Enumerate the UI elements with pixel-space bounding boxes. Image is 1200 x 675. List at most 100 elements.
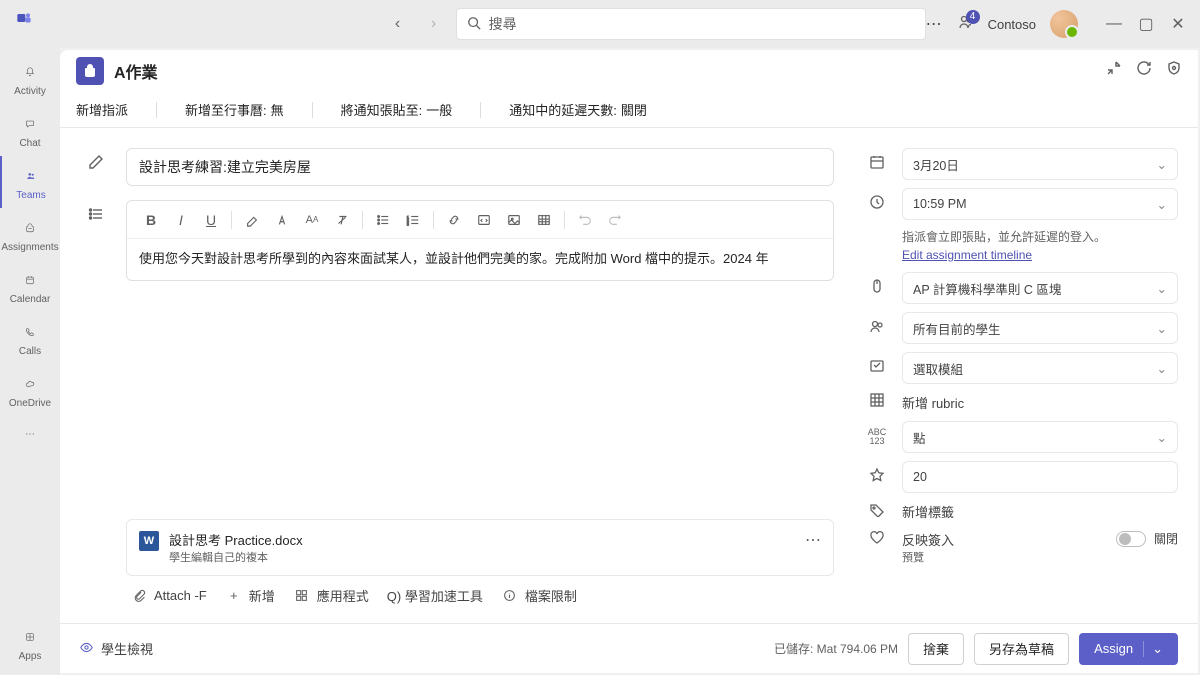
rail-calendar[interactable]: Calendar bbox=[0, 260, 60, 312]
apps-button[interactable]: 應用程式 bbox=[293, 586, 369, 605]
bold-button[interactable]: B bbox=[137, 206, 165, 234]
assign-split-chevron-icon[interactable]: ⌄ bbox=[1143, 641, 1163, 657]
search-placeholder: 搜尋 bbox=[489, 14, 517, 34]
content-area: A作業 新增指派 新增至行事曆:無 將通知張貼至:一般 通知中的延遲天數:關閉 … bbox=[60, 50, 1198, 673]
more-button[interactable]: ⋯ bbox=[926, 14, 944, 34]
module-icon bbox=[866, 358, 888, 379]
collapse-icon[interactable] bbox=[1106, 60, 1122, 81]
search-icon bbox=[467, 16, 481, 33]
image-button[interactable] bbox=[500, 206, 528, 234]
rail-onedrive[interactable]: OneDrive bbox=[0, 364, 60, 416]
star-icon bbox=[866, 467, 888, 488]
class-row[interactable]: AP 計算機科學準則 C 區塊⌄ bbox=[866, 272, 1178, 304]
highlight-button[interactable] bbox=[238, 206, 266, 234]
rail-apps[interactable]: Apps bbox=[0, 623, 60, 675]
org-icon[interactable]: 4 bbox=[958, 14, 974, 35]
teams-logo-icon bbox=[16, 10, 36, 38]
rail-teams[interactable]: Teams bbox=[0, 156, 60, 208]
assignment-title-input[interactable]: 設計思考練習:建立完美房屋 bbox=[126, 148, 834, 186]
assignments-app-icon bbox=[76, 57, 104, 85]
attach-button[interactable]: Attach -F bbox=[130, 587, 207, 605]
underline-button[interactable]: U bbox=[197, 206, 225, 234]
discard-button[interactable]: 捨棄 bbox=[908, 633, 964, 665]
shield-icon[interactable] bbox=[1166, 60, 1182, 81]
org-name: Contoso bbox=[988, 17, 1036, 32]
reflect-state: 關閉 bbox=[1154, 530, 1178, 547]
module-row[interactable]: 選取模組⌄ bbox=[866, 352, 1178, 384]
points-label-row[interactable]: ABC123 點⌄ bbox=[866, 421, 1178, 453]
bullet-list-button[interactable] bbox=[369, 206, 397, 234]
attach-bar: Attach -F + 新增 應用程式 Q) 學習加速工具 bbox=[126, 576, 834, 623]
word-icon: W bbox=[139, 531, 159, 551]
font-color-button[interactable] bbox=[268, 206, 296, 234]
calendar-icon bbox=[18, 268, 42, 292]
due-time-row[interactable]: 10:59 PM⌄ bbox=[866, 188, 1178, 220]
app-title: A作業 bbox=[114, 59, 158, 83]
rail-chat[interactable]: Chat bbox=[0, 104, 60, 156]
italic-button[interactable]: I bbox=[167, 206, 195, 234]
code-button[interactable] bbox=[470, 206, 498, 234]
reflect-toggle[interactable] bbox=[1116, 531, 1146, 547]
link-button[interactable] bbox=[440, 206, 468, 234]
edit-timeline-link[interactable]: Edit assignment timeline bbox=[902, 248, 1032, 262]
learning-tools-button[interactable]: Q) 學習加速工具 bbox=[387, 586, 483, 605]
rail-more[interactable]: ⋯ bbox=[0, 418, 60, 450]
rail-calls[interactable]: Calls bbox=[0, 312, 60, 364]
rubric-row[interactable]: 新增 rubric bbox=[866, 392, 1178, 413]
chevron-down-icon: ⌄ bbox=[1157, 321, 1167, 336]
chevron-down-icon: ⌄ bbox=[1157, 361, 1167, 376]
attachment-card[interactable]: W 設計思考 Practice.docx 學生編輯自己的複本 ⋯ bbox=[126, 519, 834, 576]
pencil-icon bbox=[84, 148, 108, 175]
mouse-icon bbox=[866, 278, 888, 299]
window-minimize-button[interactable]: — bbox=[1100, 10, 1128, 38]
clear-format-button[interactable] bbox=[328, 206, 356, 234]
tag-row[interactable]: 新增標籤 bbox=[866, 501, 1178, 522]
assignment-summary-bar: 新增指派 新增至行事曆:無 將通知張貼至:一般 通知中的延遲天數:關閉 bbox=[60, 92, 1198, 128]
tab-post-channel[interactable]: 將通知張貼至:一般 bbox=[337, 100, 457, 119]
student-view-link[interactable]: 學生檢視 bbox=[101, 639, 153, 658]
instructions-text[interactable]: 使用您今天對設計思考所學到的內容來面試某人，並設計他們完美的家。完成附加 Wor… bbox=[127, 239, 833, 280]
app-rail: Activity Chat Teams Assignments Calendar… bbox=[0, 48, 60, 675]
tab-calendar[interactable]: 新增至行事曆:無 bbox=[181, 100, 288, 119]
refresh-icon[interactable] bbox=[1136, 60, 1152, 81]
save-draft-button[interactable]: 另存為草稿 bbox=[974, 633, 1069, 665]
tab-new-assignment[interactable]: 新增指派 bbox=[72, 100, 132, 119]
table-button[interactable] bbox=[530, 206, 558, 234]
window-close-button[interactable]: ✕ bbox=[1164, 10, 1192, 38]
tab-late-days[interactable]: 通知中的延遲天數:關閉 bbox=[505, 100, 651, 119]
new-button[interactable]: + 新增 bbox=[225, 586, 275, 605]
clock-icon bbox=[866, 194, 888, 215]
nav-forward-button[interactable]: › bbox=[420, 10, 448, 38]
points-value-row[interactable]: 20 bbox=[866, 461, 1178, 493]
avatar[interactable] bbox=[1050, 10, 1078, 38]
students-row[interactable]: 所有目前的學生⌄ bbox=[866, 312, 1178, 344]
phone-icon bbox=[18, 320, 42, 344]
points-icon: ABC123 bbox=[866, 428, 888, 446]
tag-icon bbox=[866, 501, 888, 522]
backpack-icon bbox=[18, 216, 42, 240]
file-limit-button[interactable]: 檔案限制 bbox=[501, 586, 577, 605]
undo-button[interactable] bbox=[571, 206, 599, 234]
redo-button[interactable] bbox=[601, 206, 629, 234]
attachment-more-button[interactable]: ⋯ bbox=[805, 530, 821, 550]
due-date-row[interactable]: 3月20日⌄ bbox=[866, 148, 1178, 180]
footer: 學生檢視 已儲存: Mat 794.06 PM 捨棄 另存為草稿 Assign … bbox=[60, 623, 1198, 673]
chevron-down-icon: ⌄ bbox=[1157, 197, 1167, 212]
window-maximize-button[interactable]: ▢ bbox=[1132, 10, 1160, 38]
eye-icon bbox=[80, 641, 93, 657]
font-size-button[interactable]: AA bbox=[298, 206, 326, 234]
assign-button[interactable]: Assign ⌄ bbox=[1079, 633, 1178, 665]
nav-back-button[interactable]: ‹ bbox=[384, 10, 412, 38]
rail-assignments[interactable]: Assignments bbox=[0, 208, 60, 260]
search-input[interactable]: 搜尋 bbox=[456, 8, 926, 40]
settings-pane: 3月20日⌄ 10:59 PM⌄ 指派會立即張貼，並允許延遲的登入。 Edit … bbox=[858, 128, 1198, 623]
attachment-subtitle: 學生編輯自己的複本 bbox=[169, 549, 795, 565]
plus-icon: + bbox=[225, 587, 243, 605]
number-list-button[interactable]: 123 bbox=[399, 206, 427, 234]
instructions-editor[interactable]: B I U AA 123 bbox=[126, 200, 834, 281]
attachment-filename: 設計思考 Practice.docx bbox=[169, 530, 795, 549]
rail-activity[interactable]: Activity bbox=[0, 52, 60, 104]
saved-status: 已儲存: Mat 794.06 PM bbox=[774, 640, 898, 657]
list-icon bbox=[84, 200, 108, 227]
svg-text:3: 3 bbox=[407, 222, 409, 226]
